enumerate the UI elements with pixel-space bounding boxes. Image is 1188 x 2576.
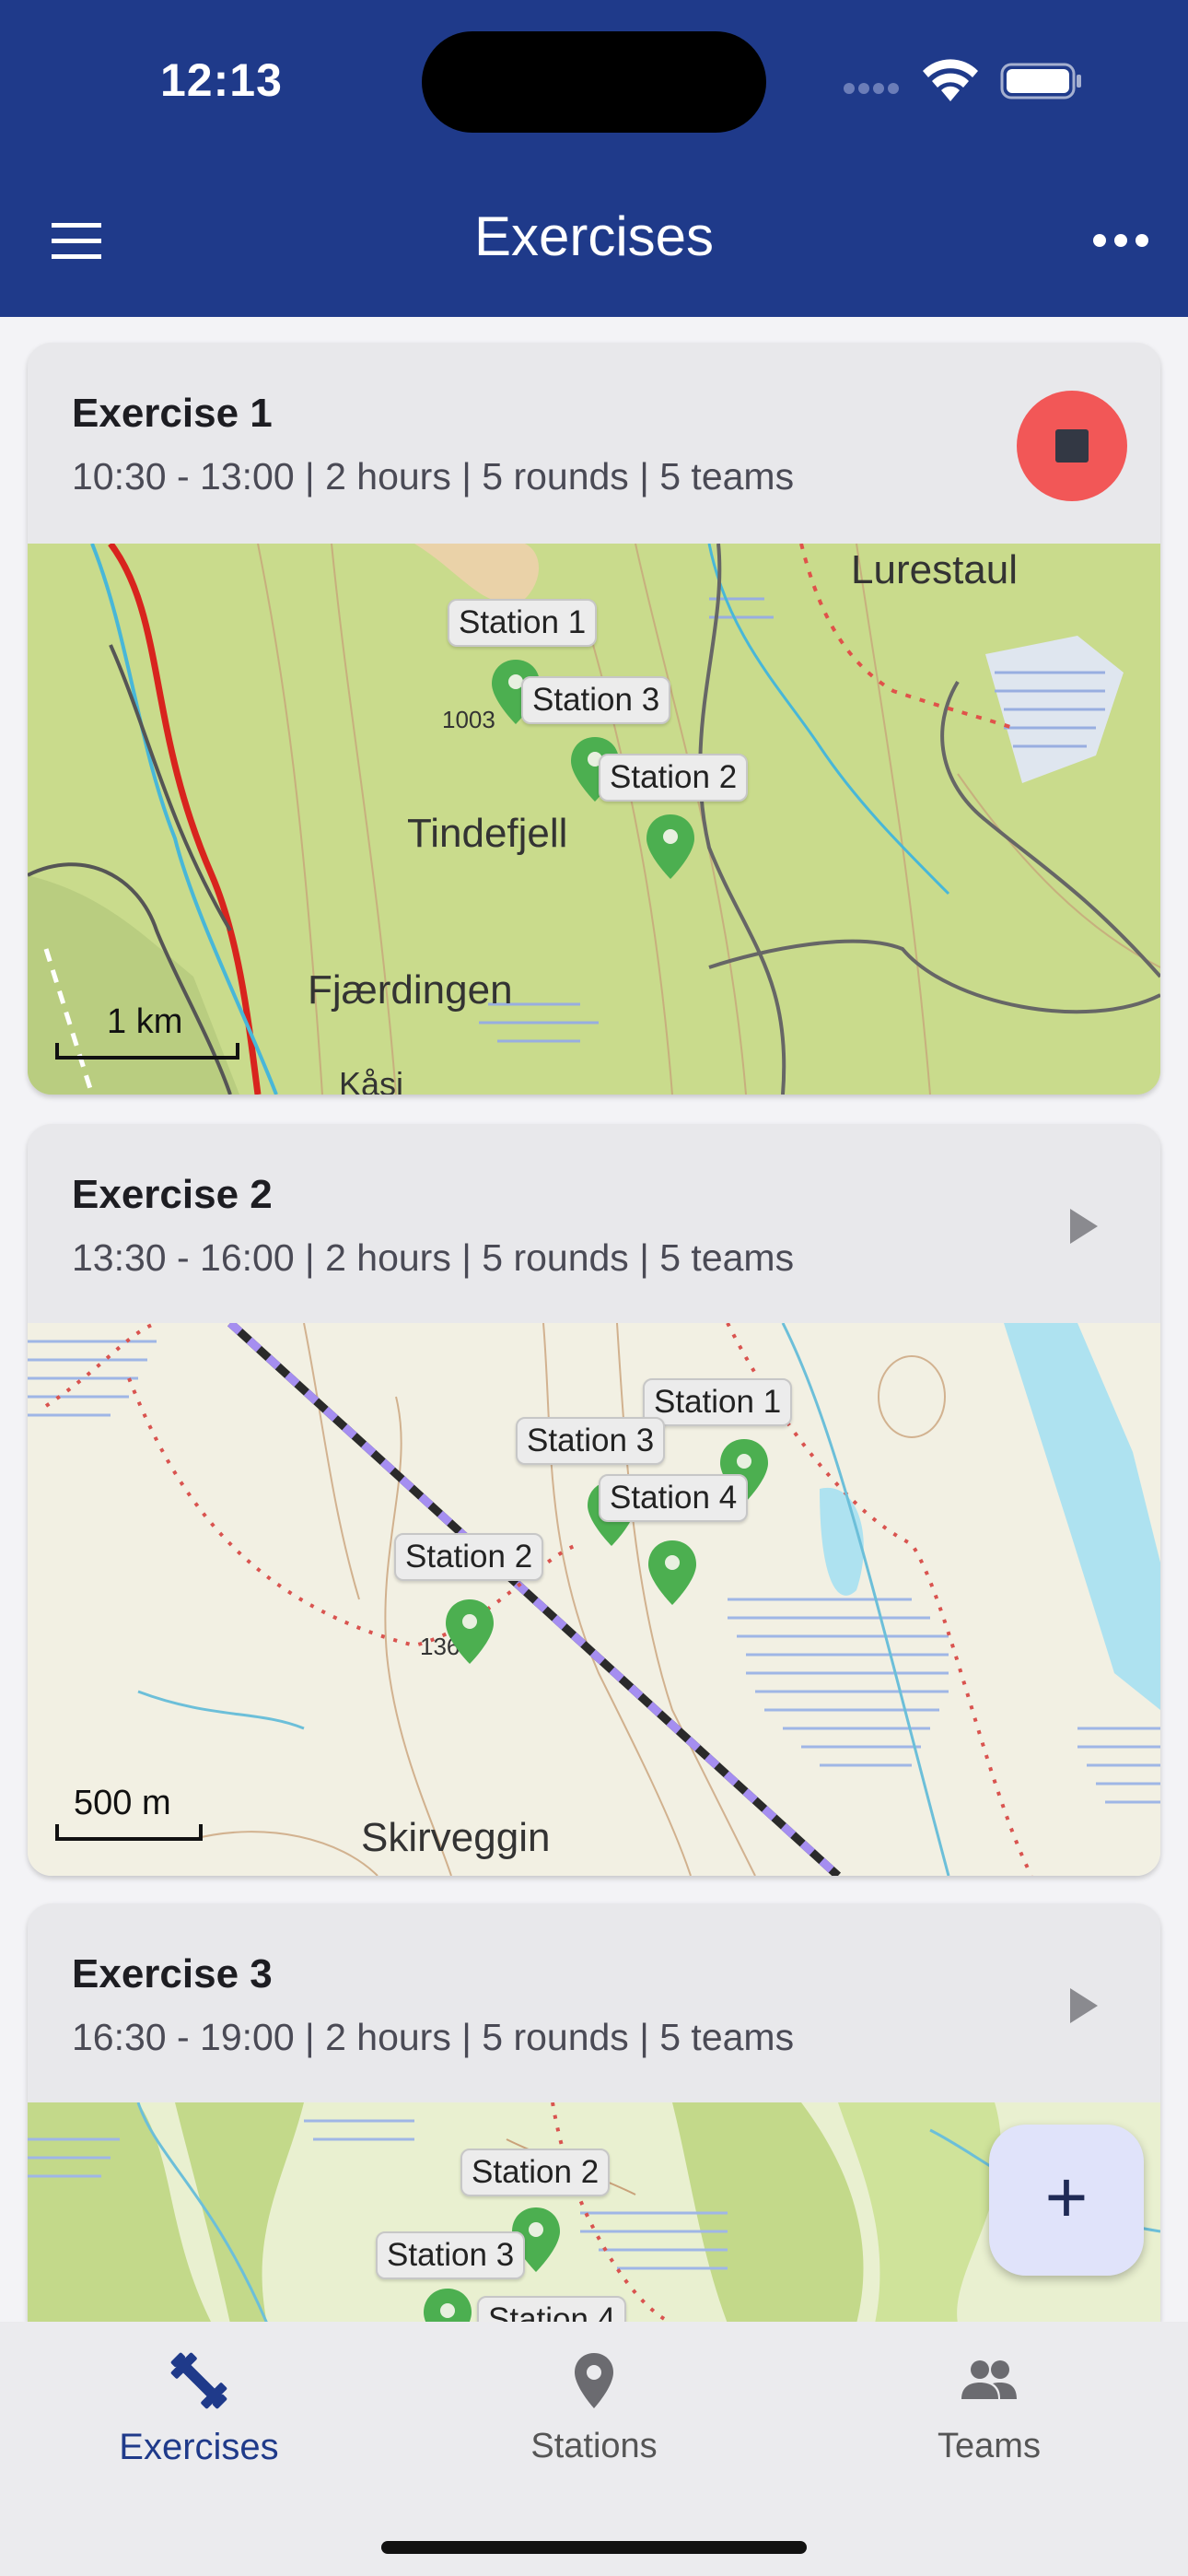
station-label: Station 3	[521, 676, 671, 724]
nav-tab-teams[interactable]: Teams	[851, 2348, 1127, 2466]
station-label: Station 1	[643, 1378, 793, 1426]
battery-icon	[1000, 63, 1081, 100]
nav-tab-label: Exercises	[119, 2427, 279, 2467]
map-place-label: Skirveggin	[361, 1815, 551, 1860]
people-icon	[961, 2360, 1017, 2399]
top-app-bar: 12:13 Exercises	[0, 0, 1188, 317]
map-scale-label: 1 km	[107, 1002, 183, 1041]
exercise-card-1[interactable]: Exercise 1 10:30 - 13:00 | 2 hours | 5 r…	[28, 343, 1160, 1095]
map-elevation-label: 1003	[442, 706, 495, 733]
map-terrain	[28, 1323, 1160, 1876]
dumbbell-icon	[170, 2352, 227, 2409]
bottom-navigation: Exercises Stations Teams	[0, 2322, 1188, 2576]
status-time: 12:13	[160, 54, 283, 106]
home-indicator	[381, 2541, 807, 2554]
station-marker-icon[interactable]	[444, 1598, 495, 1666]
exercise-card-2[interactable]: Exercise 2 13:30 - 16:00 | 2 hours | 5 r…	[28, 1124, 1160, 1876]
map-place-label: Fjærdingen	[308, 967, 513, 1013]
station-label: Station 2	[460, 2149, 611, 2196]
stop-exercise-button[interactable]	[1017, 391, 1127, 501]
page-title: Exercises	[473, 205, 715, 267]
map-place-label: Tindefjell	[407, 811, 568, 856]
exercise-details: 16:30 - 19:00 | 2 hours | 5 rounds | 5 t…	[72, 2016, 795, 2058]
station-label: Station 3	[516, 1417, 666, 1465]
map-scale-label: 500 m	[74, 1784, 171, 1822]
exercise-card-3[interactable]: Exercise 3 16:30 - 19:00 | 2 hours | 5 r…	[28, 1903, 1160, 2322]
exercise-details: 13:30 - 16:00 | 2 hours | 5 rounds | 5 t…	[72, 1236, 795, 1279]
wifi-icon	[923, 59, 978, 101]
plus-icon: +	[1044, 2156, 1089, 2238]
map-scale-bar	[55, 1824, 203, 1841]
map-place-label: Lurestaul	[851, 547, 1019, 592]
station-label: Station 2	[394, 1533, 544, 1581]
map-scale-bar	[55, 1043, 239, 1060]
nav-tab-label: Stations	[530, 2427, 658, 2465]
station-label: Station 3	[376, 2231, 526, 2279]
cellular-signal-icon	[844, 83, 899, 94]
location-pin-icon	[575, 2353, 613, 2408]
station-label: Station 2	[599, 754, 749, 802]
exercise-map[interactable]: Lurestaul Tindefjell Fjærdingen Kåsi 100…	[28, 544, 1160, 1095]
station-marker-icon[interactable]	[645, 813, 696, 881]
more-options-icon[interactable]	[1089, 216, 1153, 265]
exercise-map[interactable]: Skirveggin 136 Station 1 Station 3 Stati…	[28, 1323, 1160, 1876]
nav-tab-label: Teams	[938, 2427, 1041, 2465]
nav-tab-exercises[interactable]: Exercises	[61, 2348, 337, 2468]
play-icon[interactable]	[1059, 1203, 1105, 1249]
stop-icon	[1055, 429, 1089, 463]
nav-tab-stations[interactable]: Stations	[456, 2348, 732, 2466]
dynamic-island	[422, 31, 766, 133]
exercise-title: Exercise 3	[72, 1951, 273, 1996]
station-label: Station 4	[599, 1474, 749, 1522]
exercise-details: 10:30 - 13:00 | 2 hours | 5 rounds | 5 t…	[72, 455, 795, 498]
exercise-title: Exercise 2	[72, 1172, 273, 1217]
station-marker-icon[interactable]	[422, 2287, 473, 2322]
station-label: Station 1	[448, 599, 598, 647]
station-label: Station 4	[477, 2296, 627, 2322]
exercise-title: Exercise 1	[72, 391, 273, 436]
play-icon[interactable]	[1059, 1983, 1105, 2029]
add-exercise-button[interactable]: +	[989, 2125, 1144, 2276]
station-marker-icon[interactable]	[646, 1539, 698, 1607]
map-place-label: Kåsi	[339, 1065, 404, 1095]
